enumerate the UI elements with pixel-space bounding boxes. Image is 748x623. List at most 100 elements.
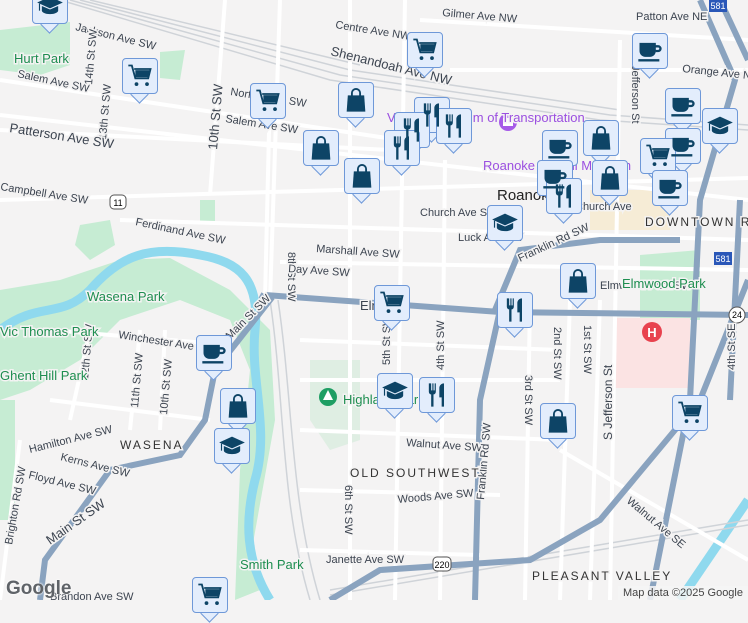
svg-text:S Jefferson St: S Jefferson St [601,364,615,440]
svg-text:Walnut Ave SW: Walnut Ave SW [406,437,483,454]
svg-text:Walnut Ave SE: Walnut Ave SE [624,495,687,551]
svg-text:Vic Thomas Park: Vic Thomas Park [0,324,99,339]
marker-box [250,83,286,119]
coffee-marker[interactable] [652,170,690,216]
svg-text:Patton Ave NE: Patton Ave NE [636,11,707,23]
svg-text:4th St SW: 4th St SW [435,320,447,370]
svg-text:Marshall Ave SW: Marshall Ave SW [316,243,401,261]
shopping-cart-icon [126,62,154,90]
restaurant-marker[interactable] [497,292,535,338]
marker-box [344,158,380,194]
svg-text:Ghent Hill Park: Ghent Hill Park [0,368,88,383]
cart-marker[interactable] [122,58,160,104]
bag-marker[interactable] [592,160,630,206]
svg-text:8th St SW: 8th St SW [285,252,297,302]
marker-box [196,335,232,371]
svg-text:1st St SW: 1st St SW [581,325,593,375]
map-attribution[interactable]: Map data ©2025 Google [618,586,748,600]
shopping-cart-icon [254,87,282,115]
marker-box [560,263,596,299]
cart-marker[interactable] [374,285,412,331]
coffee-icon [669,132,697,160]
bag-marker[interactable] [560,263,598,309]
shopping-bag-icon [342,86,370,114]
shopping-cart-icon [676,399,704,427]
coffee-marker[interactable] [632,33,670,79]
coffee-icon [656,174,684,202]
school-marker[interactable] [32,0,70,34]
shopping-cart-icon [378,289,406,317]
svg-text:Salem Ave SW: Salem Ave SW [16,68,91,95]
school-marker[interactable] [377,373,415,419]
svg-text:Floyd Ave SW: Floyd Ave SW [27,469,97,497]
restaurant-marker[interactable] [436,108,474,154]
svg-text:14th St SW: 14th St SW [83,28,100,85]
coffee-icon [200,339,228,367]
bag-marker[interactable] [540,403,578,449]
svg-text:11th St SW: 11th St SW [129,352,146,408]
coffee-marker[interactable] [196,335,234,381]
svg-text:Winchester Ave: Winchester Ave [118,329,195,353]
shopping-cart-icon [644,142,672,170]
svg-text:Kerns Ave SW: Kerns Ave SW [59,451,131,480]
shopping-bag-icon [348,162,376,190]
marker-box [122,58,158,94]
svg-text:581: 581 [715,254,730,264]
svg-text:Main St SW: Main St SW [43,495,108,547]
hospital-icon[interactable]: H [642,322,662,342]
svg-text:6th St SW: 6th St SW [342,485,354,535]
marker-box [374,285,410,321]
marker-box [214,428,250,464]
restaurant-marker[interactable] [546,178,584,224]
school-marker[interactable] [487,205,525,251]
park-pin-icon[interactable] [319,388,337,406]
school-marker[interactable] [702,108,740,154]
school-icon [381,377,409,405]
svg-text:H: H [647,325,656,340]
school-icon [491,209,519,237]
google-logo: Google [6,578,71,600]
marker-box [419,377,455,413]
marker-box [338,82,374,118]
coffee-icon [636,37,664,65]
restaurant-icon [423,381,451,409]
school-icon [218,432,246,460]
shopping-bag-icon [596,164,624,192]
svg-text:581: 581 [710,1,725,11]
restaurant-icon [440,112,468,140]
bag-marker[interactable] [344,158,382,204]
school-marker[interactable] [214,428,252,474]
svg-text:10th St SW: 10th St SW [158,358,175,415]
shopping-cart-icon [411,36,439,64]
marker-box [303,130,339,166]
marker-box [540,403,576,439]
cart-marker[interactable] [407,32,445,78]
cart-marker[interactable] [250,83,288,129]
svg-text:OLD SOUTHWEST: OLD SOUTHWEST [350,466,481,480]
marker-box [640,138,676,174]
restaurant-marker[interactable] [419,377,457,423]
restaurant-icon [501,296,529,324]
svg-text:Woods Ave SW: Woods Ave SW [397,487,474,506]
svg-text:Elmwood Park: Elmwood Park [622,276,706,291]
coffee-icon [546,134,574,162]
marker-box [220,388,256,424]
marker-box [542,130,578,166]
school-icon [706,112,734,140]
marker-box [652,170,688,206]
bag-marker[interactable] [303,130,341,176]
shopping-bag-icon [564,267,592,295]
svg-text:DOWNTOWN ROANOKE: DOWNTOWN ROANOKE [645,215,748,229]
coffee-icon [669,92,697,120]
svg-text:Hamilton Ave SW: Hamilton Ave SW [28,423,114,455]
bag-marker[interactable] [338,82,376,128]
marker-box [632,33,668,69]
svg-text:Orange Ave NE: Orange Ave NE [682,63,748,83]
restaurant-icon [550,182,578,210]
svg-text:WASENA: WASENA [120,438,184,452]
marker-box [497,292,533,328]
marker-box [592,160,628,196]
shopping-bag-icon [544,407,572,435]
cart-marker[interactable] [672,395,710,441]
cart-marker[interactable] [192,577,230,623]
